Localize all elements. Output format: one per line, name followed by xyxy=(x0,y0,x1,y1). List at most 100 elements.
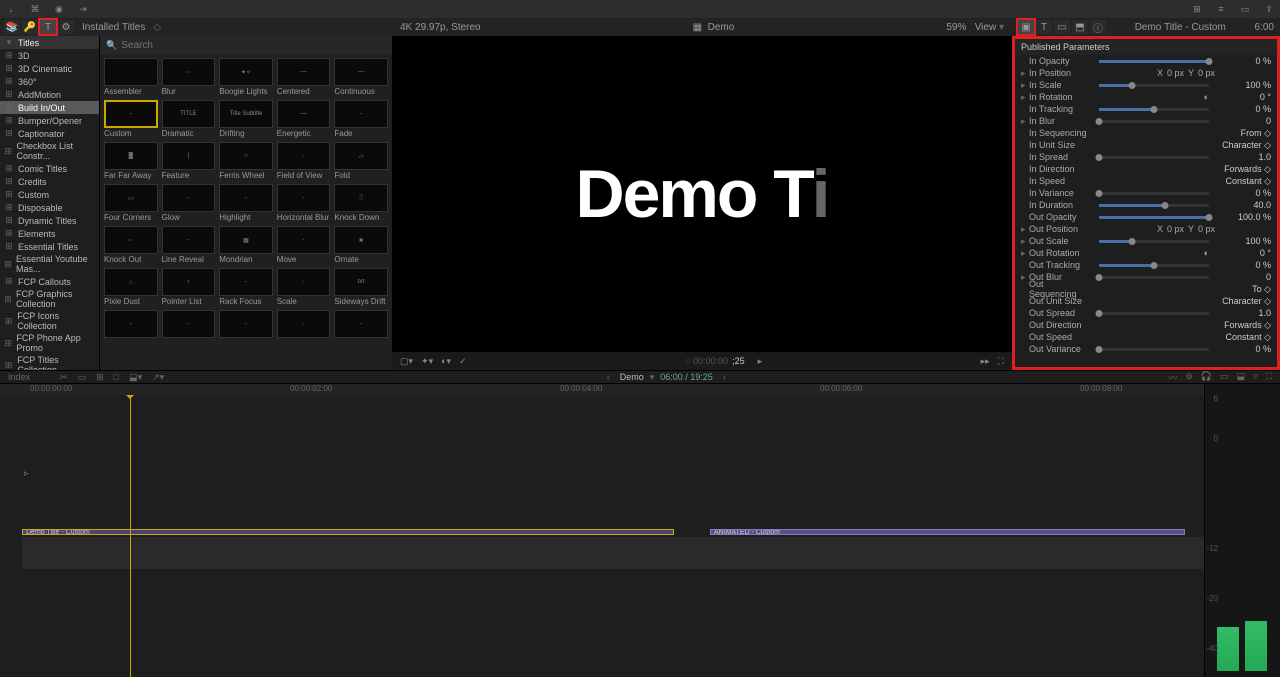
sidebar-item[interactable]: ⊞Dynamic Titles xyxy=(0,214,99,227)
library-tab[interactable]: 📚 xyxy=(4,20,20,34)
parameter-row[interactable]: In Duration40.0 xyxy=(1015,199,1277,211)
timeline-tracks[interactable]: Demo Title - CustomANIMATED - Custom xyxy=(0,396,1204,677)
timeline-next[interactable]: › xyxy=(723,372,726,382)
timeline-view-tool[interactable]: ⬓ xyxy=(1237,371,1246,384)
timeline-view-tool[interactable]: ⊚ xyxy=(1185,371,1193,384)
sidebar-item[interactable]: ⊞FCP Icons Collection xyxy=(0,310,99,332)
sidebar-item[interactable]: ⊞Checkbox List Constr... xyxy=(0,140,99,162)
play-button[interactable]: ▸ xyxy=(758,356,763,367)
sidebar-item[interactable]: ⊞3D xyxy=(0,49,99,62)
title-thumbnail[interactable]: ▱Fold xyxy=(334,142,388,180)
title-thumbnail[interactable]: ▦Mondrian xyxy=(219,226,273,264)
title-thumbnail[interactable]: ∴Pixie Dust xyxy=(104,268,158,306)
sidebar-item[interactable]: ⊞FCP Phone App Promo xyxy=(0,332,99,354)
export-icon[interactable]: ⇥ xyxy=(76,2,90,16)
inspector-tab-video[interactable]: ▣ xyxy=(1018,20,1034,34)
title-thumbnail[interactable]: ⋯Knock Out xyxy=(104,226,158,264)
view-menu[interactable]: View xyxy=(975,22,997,33)
title-thumbnail[interactable]: ❀Ornate xyxy=(334,226,388,264)
parameter-row[interactable]: ▸In Rotation◐0 ° xyxy=(1015,91,1277,103)
search-input[interactable] xyxy=(121,40,386,51)
parameter-row[interactable]: Out Spread1.0 xyxy=(1015,307,1277,319)
timeline-tool[interactable]: ✂ xyxy=(60,372,68,383)
title-thumbnail[interactable]: -Field of View xyxy=(277,142,331,180)
inspector-tab-generator[interactable]: ▭ xyxy=(1054,20,1070,34)
sidebar-item[interactable]: ⊞Bumper/Opener xyxy=(0,114,99,127)
timeline-tool[interactable]: ↗▾ xyxy=(152,372,164,383)
title-thumbnail[interactable]: - xyxy=(162,310,216,339)
keyword-icon[interactable]: ⌘ xyxy=(28,2,42,16)
viewer-tool[interactable]: ✓ xyxy=(459,356,467,367)
playhead[interactable] xyxy=(130,396,131,677)
parameter-row[interactable]: Out DirectionForwards ◇ xyxy=(1015,319,1277,331)
viewer-tool[interactable]: ▢▾ xyxy=(400,356,413,367)
title-thumbnail[interactable]: -Fade xyxy=(334,100,388,138)
sidebar-item[interactable]: ⊞Disposable xyxy=(0,201,99,214)
title-thumbnail[interactable]: -Custom xyxy=(104,100,158,138)
timecode-value[interactable]: ;25 xyxy=(732,356,745,366)
timeline-tool[interactable]: ⊞ xyxy=(96,372,104,383)
title-thumbnail[interactable]: ○Ferris Wheel xyxy=(219,142,273,180)
parameter-row[interactable]: ▸Out Rotation◐0 ° xyxy=(1015,247,1277,259)
inspector-tab-text[interactable]: T xyxy=(1036,20,1052,34)
title-thumbnail[interactable]: —Energetic xyxy=(277,100,331,138)
title-thumbnail[interactable]: —Continuous xyxy=(334,58,388,96)
title-thumbnail[interactable]: - xyxy=(104,310,158,339)
sidebar-item[interactable]: ⊞Essential Youtube Mas... xyxy=(0,253,99,275)
parameter-row[interactable]: ▸In Scale100 % xyxy=(1015,79,1277,91)
inspector-tab-share[interactable]: ⬒ xyxy=(1072,20,1088,34)
parameter-row[interactable]: Out Opacity100.0 % xyxy=(1015,211,1277,223)
list-view-icon[interactable]: ≡ xyxy=(1214,2,1228,16)
inspector-section-header[interactable]: Published Parameters xyxy=(1015,39,1277,55)
title-thumbnail[interactable]: ✦✧Boogie Lights xyxy=(219,58,273,96)
viewer-tool[interactable]: ▸▸ xyxy=(981,356,990,367)
title-thumbnail[interactable]: ⋯Blur xyxy=(162,58,216,96)
parameter-row[interactable]: Out SpeedConstant ◇ xyxy=(1015,331,1277,343)
timeline-project-name[interactable]: Demo xyxy=(620,372,644,383)
parameter-row[interactable]: In SpeedConstant ◇ xyxy=(1015,175,1277,187)
title-thumbnail[interactable]: ░Knock Down xyxy=(334,184,388,222)
timeline-view-tool[interactable]: 🎧 xyxy=(1201,371,1212,384)
viewer-tool[interactable]: ✦▾ xyxy=(421,356,433,367)
parameter-row[interactable]: In Spread1.0 xyxy=(1015,151,1277,163)
title-thumbnail[interactable]: txtSideways Drift xyxy=(334,268,388,306)
title-thumbnail[interactable]: ›Pointer List xyxy=(162,268,216,306)
parameter-row[interactable]: ▸In Blur0 xyxy=(1015,115,1277,127)
sidebar-item[interactable]: ⊞FCP Callouts xyxy=(0,275,99,288)
import-icon[interactable]: ↓ xyxy=(4,2,18,16)
parameter-row[interactable]: In Tracking0 % xyxy=(1015,103,1277,115)
titles-tab[interactable]: T xyxy=(40,20,56,34)
sidebar-item[interactable]: ⊞Build In/Out xyxy=(0,101,99,114)
title-thumbnail[interactable]: —Centered xyxy=(277,58,331,96)
title-thumbnail[interactable]: ▓Far Far Away xyxy=(104,142,158,180)
viewer-tool[interactable]: ⛶ xyxy=(998,356,1004,367)
sidebar-item[interactable]: ⊞Credits xyxy=(0,175,99,188)
generators-tab[interactable]: ⚙ xyxy=(58,20,74,34)
title-thumbnail[interactable]: -Line Reveal xyxy=(162,226,216,264)
parameter-row[interactable]: In Unit SizeCharacter ◇ xyxy=(1015,139,1277,151)
parameter-row[interactable]: In Opacity0 % xyxy=(1015,55,1277,67)
timeline-ruler[interactable]: 00:00:00:0000:00:02:0000:00:04:0000:00:0… xyxy=(0,384,1204,396)
parameter-row[interactable]: Out SequencingTo ◇ xyxy=(1015,283,1277,295)
sidebar-item[interactable]: ⊞Comic Titles xyxy=(0,162,99,175)
title-thumbnail[interactable]: |Feature xyxy=(162,142,216,180)
timeline-tool[interactable]: □ xyxy=(114,372,119,383)
timeline-main[interactable]: 00:00:00:0000:00:02:0000:00:04:0000:00:0… xyxy=(0,384,1204,677)
inspector-tab-info[interactable]: ⓘ xyxy=(1090,20,1106,34)
timeline-view-tool[interactable]: ▭ xyxy=(1220,371,1229,384)
parameter-row[interactable]: ▸In PositionX0 pxY0 px xyxy=(1015,67,1277,79)
parameter-row[interactable]: Out Variance0 % xyxy=(1015,343,1277,355)
audio-track[interactable] xyxy=(22,537,1204,569)
share-icon[interactable]: ⇪ xyxy=(1262,2,1276,16)
timeline-prev[interactable]: ‹ xyxy=(607,372,610,382)
parameter-row[interactable]: ▸Out Scale100 % xyxy=(1015,235,1277,247)
title-thumbnail[interactable]: - xyxy=(277,310,331,339)
sidebar-item[interactable]: ⊞Captionator xyxy=(0,127,99,140)
parameter-row[interactable]: Out Tracking0 % xyxy=(1015,259,1277,271)
grid-view-icon[interactable]: ⊞ xyxy=(1190,2,1204,16)
zoom-level[interactable]: 59% xyxy=(946,22,966,33)
index-button[interactable]: Index xyxy=(8,372,30,382)
title-thumbnail[interactable]: -Rack Focus xyxy=(219,268,273,306)
parameter-row[interactable]: In SequencingFrom ◇ xyxy=(1015,127,1277,139)
title-thumbnail[interactable]: TITLEDramatic xyxy=(162,100,216,138)
